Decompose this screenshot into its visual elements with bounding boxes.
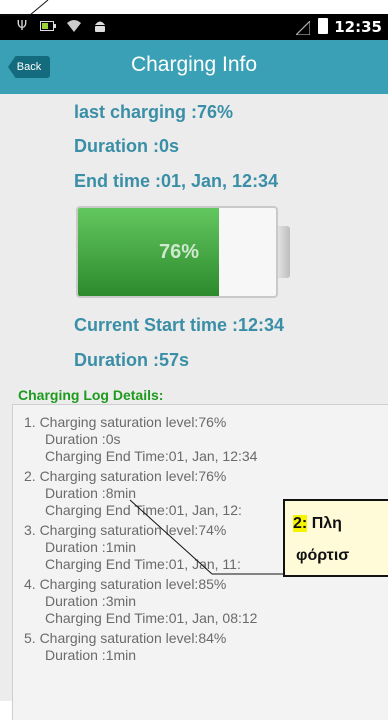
log-item-end: Charging End Time:01, Jan, 11: [45,556,241,572]
log-item-duration: Duration :3min [45,593,137,609]
battery-icon [318,18,328,34]
current-start-text: Current Start time :12:34 [74,315,285,335]
end-time-text: End time :01, Jan, 12:34 [74,171,279,191]
log-item-duration: Duration :0s [45,431,121,447]
main-content: last charging :76% Duration :0s End time… [0,94,388,720]
status-time: 12:35 [334,18,382,36]
list-item: 5. Charging saturation level:84% Duratio… [24,630,226,664]
wifi-icon [66,18,82,34]
log-item-title: 1. Charging saturation level:76% [24,414,227,430]
log-title: Charging Log Details: [18,387,164,403]
annotation-line-2: φόρτισ [296,547,350,564]
battery-body: 76% [76,206,278,298]
duration-text: Duration :0s [74,136,180,156]
log-item-title: 5. Charging saturation level:84% [24,630,227,646]
annotation-text-1: Πλη [311,515,342,532]
android-icon [92,18,108,34]
last-charging-text: last charging :76% [74,102,234,122]
log-item-end: Charging End Time:01, Jan, 12:34 [45,448,258,464]
title-bar: Back Charging Info [0,40,388,94]
annotation-number: 2: [293,515,308,532]
log-item-end: Charging End Time:01, Jan, 12: [45,502,242,518]
list-item: 3. Charging saturation level:74% Duratio… [24,522,241,573]
list-item: 1. Charging saturation level:76% Duratio… [24,414,257,465]
top-margin [0,0,388,14]
log-item-duration: Duration :1min [45,647,137,663]
list-item: 4. Charging saturation level:85% Duratio… [24,576,257,627]
battery-graphic: 76% [76,206,292,298]
log-item-title: 2. Charging saturation level:76% [24,468,227,484]
list-item: 2. Charging saturation level:76% Duratio… [24,468,242,519]
battery-percent: 76% [158,241,200,263]
log-item-end: Charging End Time:01, Jan, 08:12 [45,610,258,626]
annotation-line-1: 2: Πλη [293,515,342,533]
annotation-callout: 2: Πλη φόρτισ [283,499,388,577]
log-item-duration: Duration :1min [45,539,137,555]
status-left-icons: Ψ [14,18,108,34]
current-duration-text: Duration :57s [74,350,190,370]
log-item-title: 3. Charging saturation level:74% [24,522,227,538]
status-bar: Ψ 12:35 [0,14,388,40]
signal-icon [294,19,311,36]
usb-icon: Ψ [16,18,28,34]
log-item-duration: Duration :8min [45,485,137,501]
log-item-title: 4. Charging saturation level:85% [24,576,227,592]
page-title: Charging Info [130,53,258,76]
battery-cap [278,226,290,278]
battery-saver-icon [40,18,56,34]
